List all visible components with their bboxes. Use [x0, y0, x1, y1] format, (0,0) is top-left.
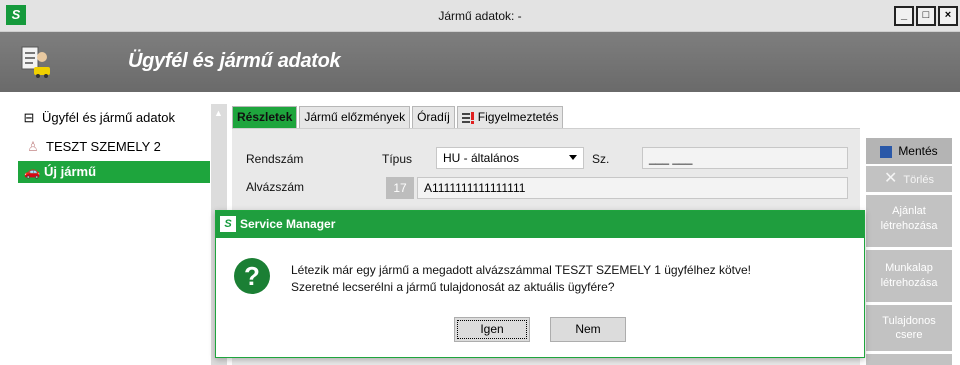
window-controls: _ □ × [894, 6, 958, 26]
owner-line2: csere [895, 329, 923, 341]
delete-label: Törlés [903, 174, 934, 186]
tab-strip: Részletek Jármű előzmények Óradíj Figyel… [232, 106, 565, 130]
car-icon: 🚗 [24, 164, 41, 179]
tab-hourly-rate[interactable]: Óradíj [412, 106, 455, 128]
app-logo-icon: S [220, 216, 236, 232]
vin-label: Alvázszám [246, 180, 305, 194]
change-owner-button[interactable]: Tulajdonos csere [866, 305, 952, 351]
worksheet-line1: Munkalap [885, 262, 933, 274]
save-label: Mentés [898, 144, 938, 158]
save-button[interactable]: Mentés [866, 138, 952, 164]
tree-item-new-vehicle[interactable]: 🚗 Új jármű [18, 161, 210, 183]
dialog-title: Service Manager [240, 217, 336, 231]
plate-label: Rendszám [246, 152, 304, 166]
quote-line2: létrehozása [880, 220, 938, 232]
yes-button[interactable]: Igen [454, 317, 530, 342]
quote-line1: Ajánlat [892, 205, 926, 217]
header-banner: Ügyfél és jármű adatok [0, 32, 960, 92]
tree-item-label: Új jármű [44, 164, 97, 179]
delete-x-icon: ✕ [884, 170, 898, 187]
vin-length-badge: 17 [386, 177, 414, 199]
type-select-value: HU - általános [443, 151, 520, 165]
sidebar-tree: ⊟ Ügyfél és jármű adatok ♙ TESZT SZEMELY 2… [0, 100, 216, 365]
no-button[interactable]: Nem [550, 317, 626, 342]
dialog-titlebar: S Service Manager [216, 211, 864, 238]
owner-line1: Tulajdonos [882, 315, 936, 327]
more-button[interactable] [866, 354, 952, 365]
tree-item-customer-vehicle[interactable]: ⊟ Ügyfél és jármű adatok [0, 107, 175, 129]
sz-label: Sz. [592, 152, 610, 166]
tab-vehicle-history[interactable]: Jármű előzmények [299, 106, 411, 128]
scroll-up-icon[interactable]: ▲ [214, 108, 223, 118]
tab-warnings[interactable]: Figyelmeztetés [456, 106, 564, 128]
vin-input[interactable]: A1111111111111111 [417, 177, 848, 199]
floppy-icon [880, 145, 893, 158]
dialog-message-line1: Létezik már egy jármű a megadott alvázsz… [291, 263, 751, 277]
create-quote-button[interactable]: Ajánlat létrehozása [866, 195, 952, 247]
chevron-down-icon [569, 155, 577, 160]
type-label: Típus [382, 152, 413, 166]
warning-list-icon [461, 111, 474, 124]
confirm-dialog: S Service Manager ? Létezik már egy járm… [215, 210, 865, 358]
maximize-icon[interactable]: □ [916, 6, 936, 26]
question-icon: ? [234, 258, 270, 294]
tree-item-label: TESZT SZEMELY 2 [46, 139, 161, 154]
delete-button[interactable]: ✕ Törlés [866, 166, 952, 192]
vehicle-document-icon [21, 46, 50, 78]
person-icon: ♙ [27, 139, 39, 154]
sz-input[interactable]: ___ ___ [642, 147, 848, 169]
dialog-message-line2: Szeretné lecserélni a jármű tulajdonosát… [291, 280, 615, 294]
type-select[interactable]: HU - általános [436, 147, 584, 169]
tab-warnings-label: Figyelmeztetés [477, 110, 559, 124]
close-icon[interactable]: × [938, 6, 958, 26]
minimize-icon[interactable]: _ [894, 6, 914, 26]
window-titlebar: S Jármű adatok: - _ □ × [0, 0, 960, 32]
collapse-icon[interactable]: ⊟ [22, 107, 36, 129]
worksheet-line2: létrehozása [880, 277, 938, 289]
tab-details[interactable]: Részletek [232, 106, 298, 128]
tree-item-label: Ügyfél és jármű adatok [42, 110, 175, 125]
banner-title: Ügyfél és jármű adatok [128, 50, 341, 72]
tree-item-customer[interactable]: ♙ TESZT SZEMELY 2 [0, 136, 161, 158]
create-worksheet-button[interactable]: Munkalap létrehozása [866, 250, 952, 302]
window-title: Jármű adatok: - [438, 9, 522, 23]
